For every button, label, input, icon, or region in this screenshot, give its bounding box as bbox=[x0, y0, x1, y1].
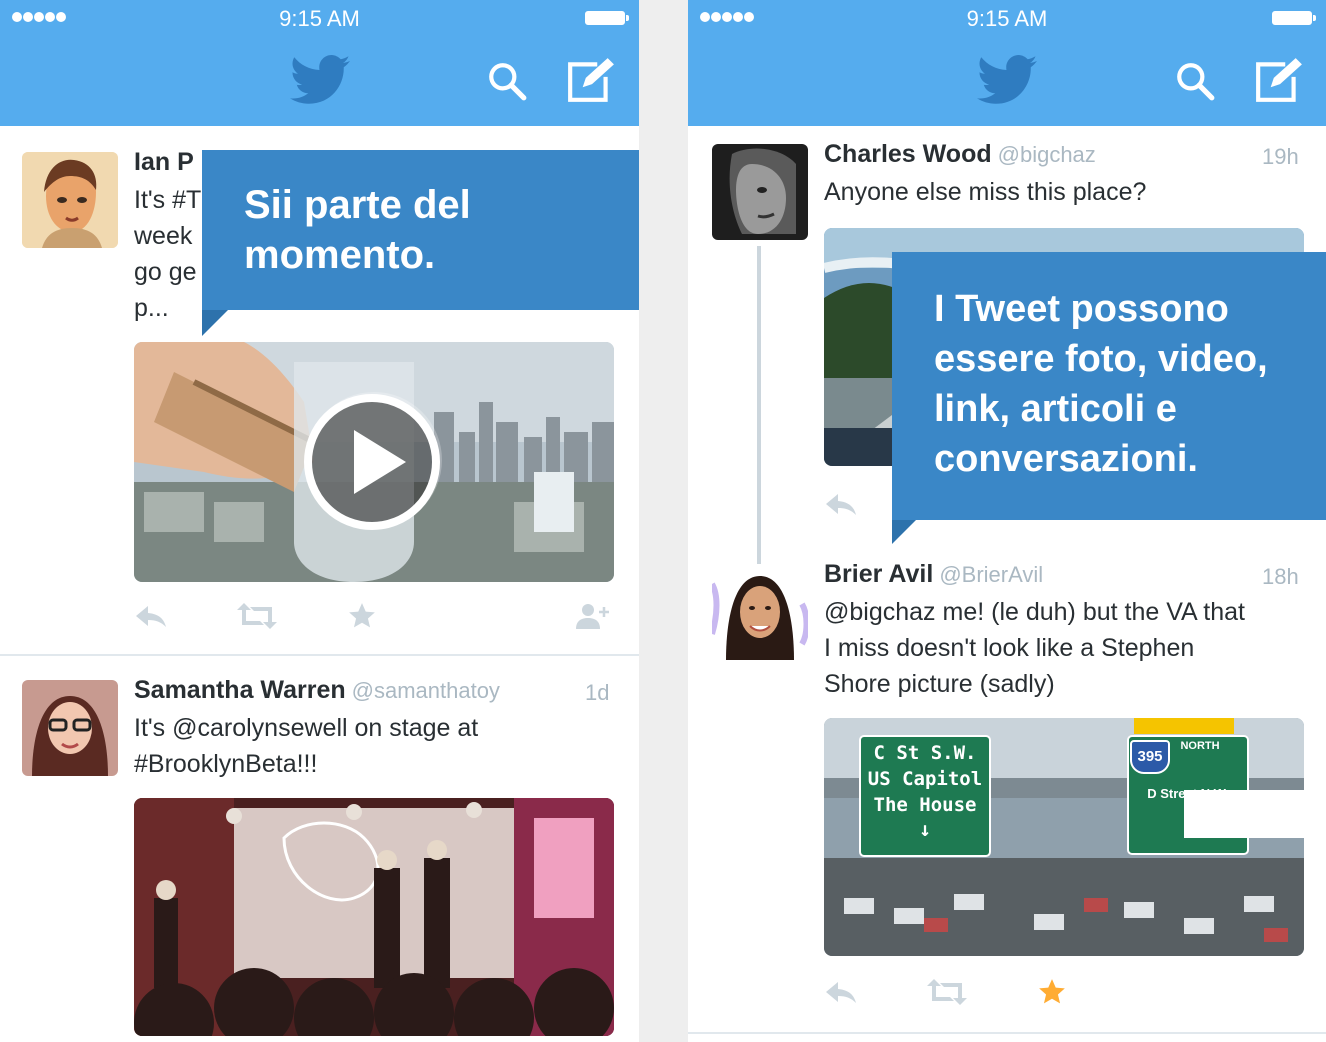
avatar-illustration bbox=[22, 152, 118, 248]
avatar[interactable] bbox=[22, 152, 118, 248]
twitter-bird-icon[interactable] bbox=[290, 54, 350, 106]
road-sign-direction: NORTH bbox=[1180, 740, 1220, 752]
retweet-icon[interactable] bbox=[926, 978, 968, 1006]
battery-icon bbox=[1272, 11, 1316, 25]
avatar[interactable] bbox=[22, 680, 118, 776]
status-time: 9:15 AM bbox=[279, 6, 360, 31]
coach-mark-tail bbox=[202, 310, 228, 336]
search-icon[interactable] bbox=[1174, 60, 1216, 102]
play-icon[interactable] bbox=[302, 392, 442, 532]
twitter-bird-icon[interactable] bbox=[977, 54, 1037, 106]
tweet-timestamp: 19h bbox=[1262, 144, 1299, 169]
search-icon[interactable] bbox=[486, 60, 528, 102]
road-sign-right: 395 NORTH D Street N.W. ↓ bbox=[1130, 740, 1246, 829]
avatar-photo bbox=[22, 680, 118, 776]
tweet-photo[interactable]: C St S.W. US Capitol The House ↓ 395 NOR… bbox=[824, 718, 1304, 956]
coach-mark-line: momento. bbox=[244, 233, 436, 277]
tweet-author: Brier Avil @BrierAvil bbox=[824, 560, 1043, 589]
compose-icon[interactable] bbox=[1254, 56, 1304, 104]
road-sign-line: US Capitol bbox=[867, 768, 983, 790]
tweet-actions bbox=[824, 978, 1084, 1010]
status-time: 9:15 AM bbox=[966, 6, 1048, 31]
tweet-author-name[interactable]: Brier Avil bbox=[824, 560, 933, 588]
reply-icon[interactable] bbox=[824, 978, 858, 1006]
road-sign-line: C St S.W. bbox=[873, 742, 977, 764]
tweet-text: It's @carolynsewell on stage at #Brookly… bbox=[134, 710, 478, 782]
coach-mark-line: I Tweet possono bbox=[934, 288, 1229, 330]
coach-mark-line: Sii parte del bbox=[244, 183, 471, 227]
tweet-divider bbox=[688, 1032, 1326, 1034]
retweet-icon[interactable] bbox=[236, 602, 278, 630]
coach-mark-line: essere foto, video, bbox=[934, 338, 1268, 380]
status-bar: 9:15 AM bbox=[0, 0, 639, 36]
arrow-down-icon: ↓ bbox=[918, 817, 932, 841]
coach-mark-tail bbox=[892, 520, 916, 544]
tweet-author-name[interactable]: Ian P bbox=[134, 148, 194, 177]
avatar[interactable] bbox=[712, 144, 808, 240]
arrow-down-icon: ↓ bbox=[1183, 807, 1193, 829]
coach-mark-bubble[interactable]: I Tweet possono essere foto, video, link… bbox=[892, 252, 1326, 520]
tweet-text-line: week bbox=[134, 222, 193, 250]
avatar-photo bbox=[712, 144, 808, 240]
status-bar: 9:15 AM bbox=[688, 0, 1326, 36]
tweet-timestamp: 18h bbox=[1262, 564, 1299, 589]
tweet-handle[interactable]: @BrierAvil bbox=[939, 562, 1043, 587]
tweet-photo[interactable] bbox=[134, 798, 614, 1036]
tweet-actions bbox=[824, 490, 884, 522]
tweet-text: Anyone else miss this place? bbox=[824, 174, 1146, 210]
coach-mark-bubble[interactable]: Sii parte del momento. bbox=[202, 150, 639, 310]
favorite-icon[interactable] bbox=[348, 602, 376, 630]
battery-icon bbox=[585, 11, 629, 25]
reply-icon[interactable] bbox=[824, 490, 858, 518]
tweet-text: It's #T week go ge p... bbox=[134, 182, 201, 326]
phone-screen-right: 9:15 AM Charles Wood @bigchaz 19h Anyone … bbox=[688, 0, 1326, 1042]
tweet-text-line: I miss doesn't look like a Stephen bbox=[824, 634, 1195, 662]
tweet-text-line: go ge bbox=[134, 258, 197, 286]
tweet-brier[interactable]: Brier Avil @BrierAvil 18h @bigchaz me! (l… bbox=[688, 546, 1326, 1042]
tweet-handle[interactable]: @bigchaz bbox=[998, 142, 1096, 167]
tweet-actions bbox=[134, 602, 614, 634]
nav-bar bbox=[688, 36, 1326, 126]
road-sign-line: The House bbox=[873, 794, 977, 816]
tweet-author-name[interactable]: Charles Wood bbox=[824, 140, 992, 168]
tweet-text-line: #BrooklynBeta!!! bbox=[134, 750, 318, 778]
interstate-shield: 395 bbox=[1130, 740, 1170, 774]
compose-icon[interactable] bbox=[566, 56, 616, 104]
road-sign-line: D Street N.W. bbox=[1147, 786, 1229, 801]
coach-mark-line: conversazioni. bbox=[934, 438, 1198, 480]
reply-icon[interactable] bbox=[134, 602, 168, 630]
tweet-author-name[interactable]: Samantha Warren bbox=[134, 676, 346, 704]
tweet-text-line: It's #T bbox=[134, 186, 202, 214]
tweet-samantha[interactable]: Samantha Warren @samanthatoy 1d It's @car… bbox=[0, 656, 639, 1042]
road-sign-left: C St S.W. US Capitol The House ↓ bbox=[862, 740, 988, 840]
coach-mark-line: link, articoli e bbox=[934, 388, 1177, 430]
tweet-text-line: Shore picture (sadly) bbox=[824, 670, 1055, 698]
tweet-handle[interactable]: @samanthatoy bbox=[352, 678, 500, 703]
tweet-text-line: It's @carolynsewell on stage at bbox=[134, 714, 479, 742]
tweet-text-line: p... bbox=[134, 294, 169, 322]
favorite-icon[interactable] bbox=[1038, 978, 1066, 1006]
tweet-author: Samantha Warren @samanthatoy bbox=[134, 676, 500, 705]
avatar-photo bbox=[712, 564, 808, 660]
phone-screen-left: 9:15 AM Ian P It's #T week go ge p... Sa… bbox=[0, 0, 639, 1042]
tweet-text-line: @bigchaz me! (le duh) but the VA that bbox=[824, 598, 1245, 626]
nav-bar bbox=[0, 36, 639, 126]
photo-image bbox=[134, 798, 614, 1036]
tweet-video[interactable] bbox=[134, 342, 614, 582]
tweet-text-line: Anyone else miss this place? bbox=[824, 178, 1147, 206]
tweet-author: Charles Wood @bigchaz bbox=[824, 140, 1096, 169]
avatar[interactable] bbox=[712, 564, 808, 660]
tweet-timestamp: 1d bbox=[585, 680, 610, 705]
tweet-text: @bigchaz me! (le duh) but the VA that I … bbox=[824, 594, 1245, 702]
follow-icon[interactable] bbox=[576, 602, 610, 630]
